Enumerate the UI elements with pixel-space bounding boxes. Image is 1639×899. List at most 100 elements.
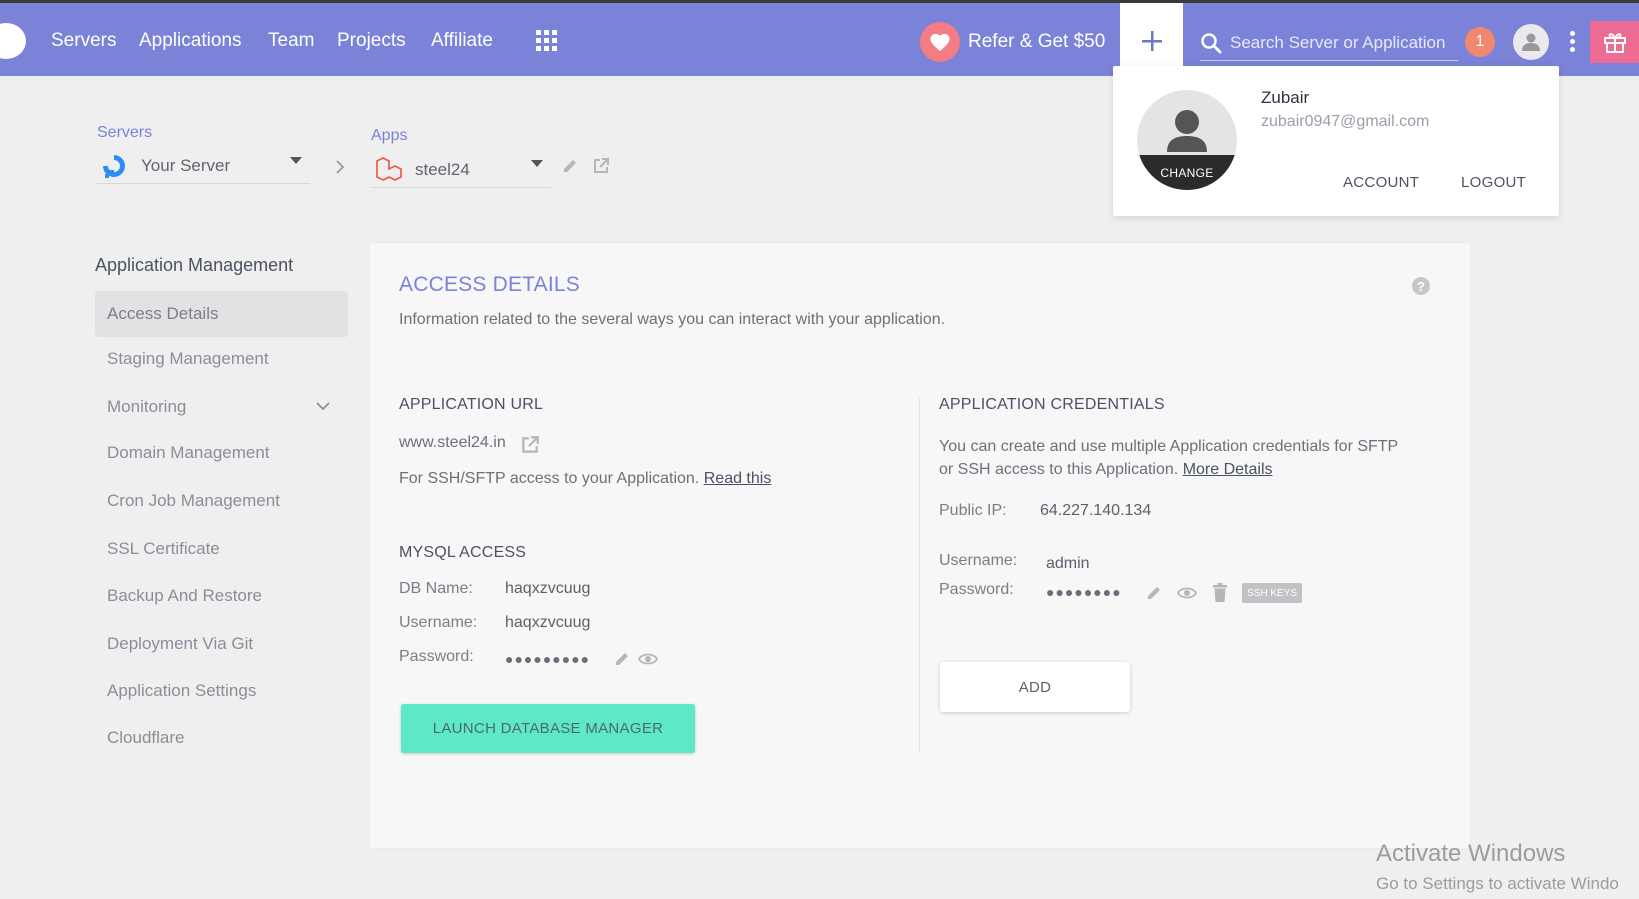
apps-grid-icon[interactable] [536,30,558,52]
refer-button[interactable]: Refer & Get $50 [920,22,1105,62]
sidebar-item-cron-job-management[interactable]: Cron Job Management [95,478,348,524]
external-link-icon[interactable] [592,157,610,175]
column-divider [919,398,920,753]
credentials-desc-line1: You can create and use multiple Applicat… [939,438,1399,455]
search-input[interactable] [1230,32,1450,53]
profile-dropdown: CHANGE Zubair zubair0947@gmail.com ACCOU… [1113,66,1559,216]
gift-button[interactable] [1590,21,1639,63]
sidebar-item-backup-and-restore[interactable]: Backup And Restore [95,573,348,619]
account-link[interactable]: ACCOUNT [1343,174,1419,191]
credentials-desc-text: or SSH access to this Application. [939,461,1179,478]
db-name-value: haqxzvcuug [505,580,591,597]
servers-label: Servers [97,124,153,141]
edit-password-icon[interactable] [1146,585,1162,601]
db-password-label: Password: [399,648,474,665]
refer-label: Refer & Get $50 [968,31,1106,52]
sidebar-title: Application Management [95,255,294,275]
more-details-link[interactable]: More Details [1183,461,1273,478]
ssh-access-label: For SSH/SFTP access to your Application. [399,470,700,487]
db-username-label: Username: [399,614,478,631]
edit-password-icon[interactable] [614,651,630,667]
apps-label: Apps [371,127,408,144]
chevron-down-icon [316,402,330,411]
ssh-keys-badge[interactable]: SSH KEYS [1242,583,1302,603]
sidebar-item-label: Cloudflare [107,728,185,747]
app-value: steel24 [415,159,470,179]
add-credentials-button[interactable]: ADD [940,662,1130,712]
page-title: ACCESS DETAILS [399,273,580,296]
sidebar-item-deployment-via-git[interactable]: Deployment Via Git [95,621,348,667]
server-value: Your Server [141,155,231,175]
mysql-access-heading: MYSQL ACCESS [399,544,527,561]
chevron-right-icon [336,160,345,174]
activate-windows-subtitle: Go to Settings to activate Windo [1376,874,1619,893]
caret-down-icon [290,157,302,164]
launch-database-manager-button[interactable]: LAUNCH DATABASE MANAGER [401,704,695,753]
user-avatar-button[interactable] [1513,24,1549,60]
cred-username-label: Username: [939,552,1018,569]
cred-password-label: Password: [939,581,1014,598]
cred-username-value: admin [1046,555,1090,572]
nav-affiliate[interactable]: Affiliate [431,30,493,52]
sidebar-item-label: Monitoring [107,397,187,416]
edit-app-icon[interactable] [562,158,578,174]
notification-badge[interactable]: 1 [1465,27,1495,57]
db-username-value: haqxzvcuug [505,614,591,631]
user-icon [1522,33,1540,51]
nav-applications[interactable]: Applications [139,30,241,52]
db-password-mask: ●●●●●●●●● [505,651,591,667]
eye-icon[interactable] [638,652,658,666]
search-bar [1200,25,1458,61]
nav-team[interactable]: Team [268,30,314,52]
trash-icon[interactable] [1212,583,1228,602]
profile-avatar[interactable]: CHANGE [1137,90,1237,190]
sidebar-item-access-details[interactable]: Access Details [95,291,348,337]
cloudways-logo[interactable] [0,23,26,59]
sidebar-item-label: Backup And Restore [107,586,262,605]
application-url-heading: APPLICATION URL [399,396,544,413]
ssh-access-text: For SSH/SFTP access to your Application.… [399,470,771,488]
eye-icon[interactable] [1177,586,1197,600]
heart-icon [920,22,960,62]
application-credentials-heading: APPLICATION CREDENTIALS [939,396,1165,413]
nav-projects[interactable]: Projects [337,30,406,52]
sidebar-item-label: Domain Management [107,443,270,462]
sidebar-item-ssl-certificate[interactable]: SSL Certificate [95,526,348,572]
caret-down-icon [531,160,543,167]
laravel-icon [376,156,402,181]
sidebar-item-label: SSL Certificate [107,539,220,558]
logout-link[interactable]: LOGOUT [1461,174,1526,191]
search-icon [1201,32,1222,53]
sidebar-item-label: Staging Management [107,349,269,368]
credentials-desc-line2: or SSH access to this Application. More … [939,461,1273,479]
nav-servers[interactable]: Servers [51,30,116,52]
profile-email: zubair0947@gmail.com [1261,113,1430,130]
sidebar-item-staging-management[interactable]: Staging Management [95,336,348,382]
activate-windows-title: Activate Windows [1376,840,1566,867]
change-avatar-button[interactable]: CHANGE [1137,155,1237,190]
external-link-icon[interactable] [520,435,540,455]
profile-name: Zubair [1261,88,1310,107]
sidebar-item-cloudflare[interactable]: Cloudflare [95,715,348,761]
sidebar-item-label: Access Details [107,304,219,323]
access-details-card: ACCESS DETAILS Information related to th… [370,243,1470,848]
read-this-link[interactable]: Read this [704,470,772,487]
more-menu-icon[interactable] [1568,31,1576,53]
cred-password-mask: ●●●●●●●● [1046,584,1122,600]
digitalocean-icon [103,154,125,178]
app-selector[interactable]: steel24 [371,152,551,188]
plus-icon [1141,31,1162,51]
sidebar-item-label: Deployment Via Git [107,634,254,653]
application-url-link[interactable]: www.steel24.in [399,434,506,452]
sidebar-item-monitoring[interactable]: Monitoring [95,384,348,430]
sidebar-item-label: Cron Job Management [107,491,280,510]
sidebar-item-domain-management[interactable]: Domain Management [95,430,348,476]
server-selector[interactable]: Your Server [97,148,310,184]
gift-icon [1603,33,1626,53]
db-name-label: DB Name: [399,580,473,597]
sidebar-item-application-settings[interactable]: Application Settings [95,668,348,714]
public-ip-label: Public IP: [939,502,1007,519]
sidebar-item-label: Application Settings [107,681,257,700]
help-icon[interactable]: ? [1412,277,1430,295]
public-ip-value: 64.227.140.134 [1040,502,1152,519]
